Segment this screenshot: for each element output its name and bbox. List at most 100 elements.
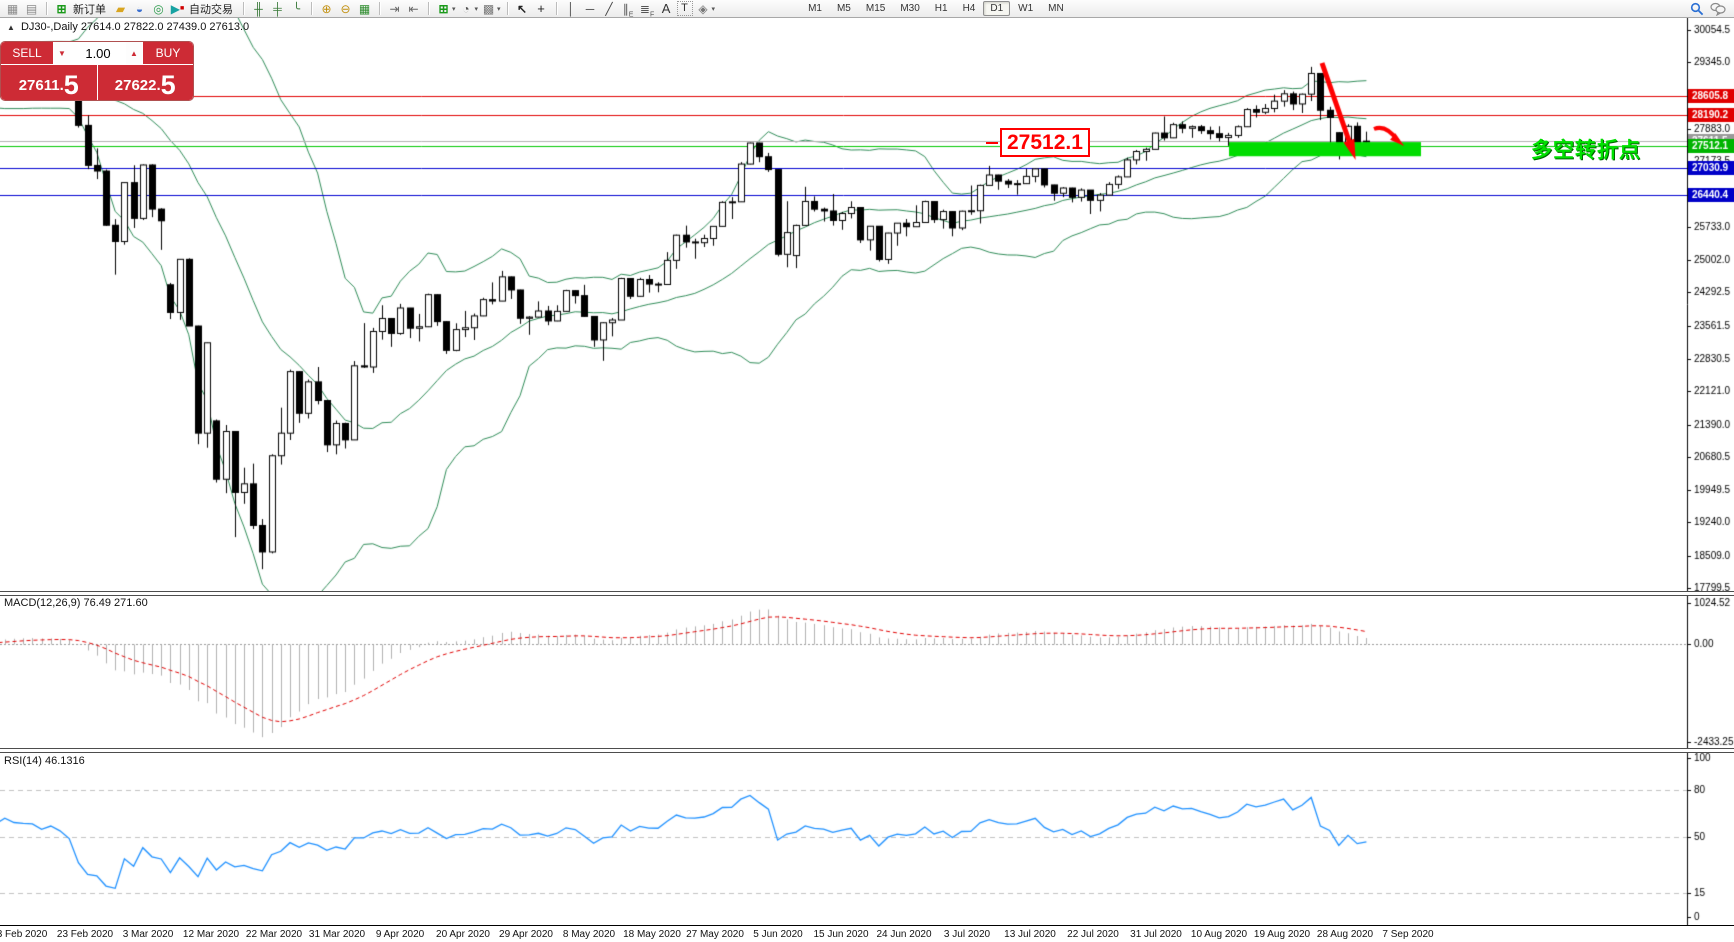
separator [506, 2, 508, 15]
candles-chart-icon[interactable]: ╪ [269, 1, 286, 17]
periods-icon[interactable]: ◔ [458, 1, 475, 17]
date-tick-label: 24 Jun 2020 [876, 929, 932, 940]
search-icon[interactable] [1690, 2, 1704, 16]
autotrading-icon[interactable]: ▶■ [169, 1, 186, 17]
timeframe-m15[interactable]: M15 [859, 1, 892, 16]
templates-dropdown-icon[interactable]: ▾ [497, 5, 501, 13]
hline-tool-icon[interactable]: ─ [582, 1, 599, 17]
date-tick-label: 8 May 2020 [562, 929, 616, 940]
trendline-tool-icon[interactable]: ╱ [601, 1, 618, 17]
panel-splitter[interactable] [0, 591, 1734, 596]
chart-shift-icon[interactable]: ⇤ [405, 1, 422, 17]
timeframe-group: M1 M5 M15 M30 H1 H4 D1 W1 MN [801, 1, 1071, 16]
signals-icon[interactable]: ◎ [150, 1, 167, 17]
zoom-out-icon[interactable]: ⊖ [337, 1, 354, 17]
sell-price[interactable]: 27611. 5 [1, 65, 97, 100]
mt4-terminal: ▦ ▤ ⊞ 新订单 ▰ ◒ ◎ ▶■ 自动交易 ╫ ╪ ╰ ⊕ ⊖ ▦ ⇥ ⇤ … [0, 0, 1734, 942]
date-tick-label: 3 Feb 2020 [0, 929, 48, 940]
macd-panel-canvas[interactable] [0, 595, 1734, 748]
rsi-panel-canvas[interactable] [0, 752, 1734, 925]
date-axis[interactable]: 3 Feb 2020 23 Feb 2020 3 Mar 2020 12 Mar 20… [0, 925, 1734, 942]
zoom-in-icon[interactable]: ⊕ [318, 1, 335, 17]
deposit-icon[interactable]: ▰ [112, 1, 129, 17]
channel-tool-icon[interactable]: ∥E [620, 1, 637, 18]
rsi-label: RSI(14) 46.1316 [4, 755, 85, 767]
date-tick-label: 10 Aug 2020 [1190, 929, 1248, 940]
text-tool-icon[interactable]: A [658, 1, 675, 17]
separator [555, 2, 557, 15]
volume-input[interactable]: 1.00 [71, 42, 125, 64]
toolbar: ▦ ▤ ⊞ 新订单 ▰ ◒ ◎ ▶■ 自动交易 ╫ ╪ ╰ ⊕ ⊖ ▦ ⇥ ⇤ … [0, 0, 1734, 18]
separator [428, 2, 429, 15]
new-order-icon[interactable]: ⊞ [53, 1, 70, 17]
buy-price[interactable]: 27622. 5 [97, 65, 193, 100]
timeframe-m5[interactable]: M5 [830, 1, 858, 16]
sell-price-main: 27611. [18, 77, 64, 94]
chart-header: ▲ DJ30-,Daily 27614.0 27822.0 27439.0 27… [7, 21, 249, 33]
date-tick-label: 20 Apr 2020 [436, 929, 490, 940]
chart-ohlc-values: 27614.0 27822.0 27439.0 27613.0 [80, 21, 250, 33]
crosshair-icon[interactable]: + [533, 1, 550, 17]
arrows-tool-icon[interactable]: ◈ [695, 1, 712, 17]
bars-chart-icon[interactable]: ╫ [250, 1, 267, 17]
date-tick-label: 18 May 2020 [623, 929, 681, 940]
date-tick-label: 19 Aug 2020 [1253, 929, 1311, 940]
callout-line-dash [986, 142, 998, 144]
indicators-icon[interactable]: ⊞ [435, 1, 452, 17]
macd-label: MACD(12,26,9) 76.49 271.60 [4, 597, 148, 609]
profiles-icon[interactable]: ▤ [23, 1, 40, 17]
autotrading-label[interactable]: 自动交易 [189, 1, 233, 17]
timeframe-h4[interactable]: H4 [956, 1, 983, 16]
timeframe-d1[interactable]: D1 [983, 1, 1011, 16]
toolbar-right [1690, 2, 1734, 16]
date-tick-label: 13 Jul 2020 [1004, 929, 1056, 940]
volume-decrease-button[interactable]: ▼ [54, 42, 70, 64]
date-tick-label: 27 May 2020 [686, 929, 744, 940]
date-tick-label: 31 Jul 2020 [1130, 929, 1182, 940]
date-tick-label: 12 Mar 2020 [182, 929, 240, 940]
timeframe-m1[interactable]: M1 [801, 1, 829, 16]
date-tick-label: 3 Jul 2020 [943, 929, 991, 940]
date-tick-label: 22 Mar 2020 [245, 929, 303, 940]
date-tick-label: 22 Jul 2020 [1067, 929, 1119, 940]
date-tick-label: 3 Mar 2020 [122, 929, 174, 940]
separator [46, 2, 47, 15]
separator [379, 2, 380, 15]
date-tick-label: 5 Jun 2020 [753, 929, 803, 940]
panel-splitter[interactable] [0, 748, 1734, 753]
templates-icon[interactable]: ▩ [480, 1, 497, 17]
periods-dropdown-icon[interactable]: ▾ [475, 5, 479, 13]
arrows-dropdown-icon[interactable]: ▾ [712, 5, 716, 13]
vline-tool-icon[interactable]: │ [563, 1, 580, 17]
chart-window-icon: ▲ [7, 23, 15, 32]
buy-price-big-digit: 5 [160, 70, 176, 100]
indicators-dropdown-icon[interactable]: ▾ [452, 5, 456, 13]
chat-icon[interactable] [1710, 2, 1726, 16]
date-tick-label: 15 Jun 2020 [813, 929, 869, 940]
sell-price-big-digit: 5 [63, 70, 79, 100]
sell-button[interactable]: SELL [1, 42, 53, 64]
line-chart-icon[interactable]: ╰ [288, 1, 305, 17]
timeframe-h1[interactable]: H1 [928, 1, 955, 16]
chart-symbol-period: DJ30-,Daily [20, 21, 78, 33]
date-tick-label: 7 Sep 2020 [1382, 929, 1434, 940]
new-chart-icon[interactable]: ▦ [4, 1, 21, 17]
text-label-tool-icon[interactable]: T [676, 1, 693, 16]
tile-windows-icon[interactable]: ▦ [356, 1, 373, 17]
fibonacci-tool-icon[interactable]: ≣F [639, 1, 656, 18]
timeframe-w1[interactable]: W1 [1011, 1, 1040, 16]
trend-note-text[interactable]: 多空转折点 [1531, 134, 1641, 164]
new-order-label[interactable]: 新订单 [73, 1, 106, 17]
autoscroll-icon[interactable]: ⇥ [386, 1, 403, 17]
separator [243, 2, 244, 15]
timeframe-m30[interactable]: M30 [893, 1, 926, 16]
volume-increase-button[interactable]: ▲ [126, 42, 142, 64]
cursor-icon[interactable]: ↖ [514, 1, 531, 17]
community-icon[interactable]: ◒ [131, 1, 148, 17]
buy-price-main: 27622. [114, 77, 161, 94]
main-chart-canvas[interactable] [0, 18, 1734, 591]
price-callout[interactable]: 27512.1 [1000, 128, 1090, 157]
timeframe-mn[interactable]: MN [1041, 1, 1071, 16]
buy-button[interactable]: BUY [143, 42, 193, 64]
date-tick-label: 29 Apr 2020 [499, 929, 553, 940]
